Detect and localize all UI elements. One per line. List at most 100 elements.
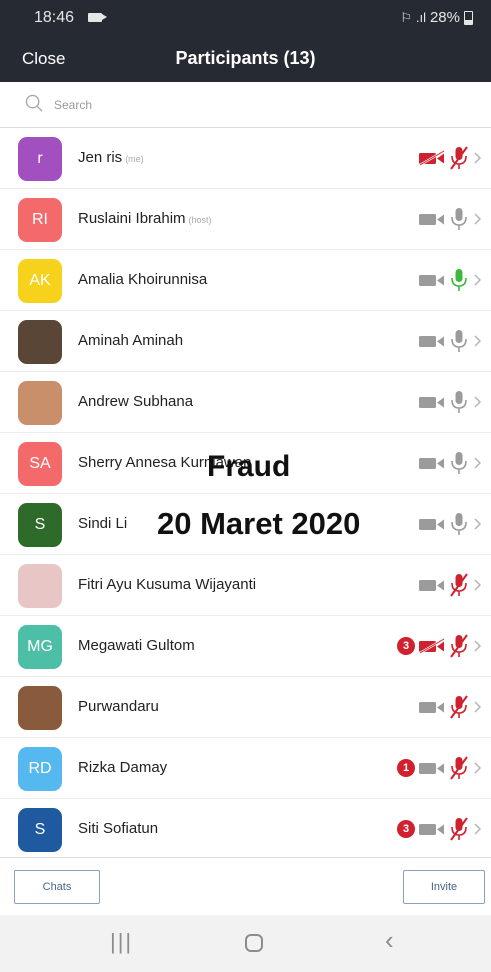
video-camera-icon[interactable]: [417, 821, 447, 837]
participant-row[interactable]: S Sindi Li: [0, 494, 491, 555]
avatar: [18, 686, 62, 730]
recording-icon: [88, 13, 107, 22]
video-camera-icon[interactable]: [417, 516, 447, 532]
microphone-icon[interactable]: [447, 511, 471, 537]
invite-button[interactable]: Invite: [403, 870, 485, 904]
chevron-right-icon[interactable]: [471, 394, 485, 410]
participant-controls: [417, 389, 485, 415]
unread-badge: 3: [397, 637, 415, 655]
video-camera-icon[interactable]: [417, 211, 447, 227]
participant-controls: 3: [397, 816, 485, 842]
chevron-right-icon[interactable]: [471, 638, 485, 654]
avatar: [18, 564, 62, 608]
mic-muted-icon[interactable]: [447, 755, 471, 781]
participant-row[interactable]: RI Ruslaini Ibrahim (host): [0, 189, 491, 250]
participant-name-wrap: Sindi Li: [78, 515, 127, 532]
chevron-right-icon[interactable]: [471, 455, 485, 471]
participant-controls: 1: [397, 755, 485, 781]
chevron-right-icon[interactable]: [471, 821, 485, 837]
status-indicators: ⚐ .ıl 28%: [400, 9, 473, 26]
participant-row[interactable]: MG Megawati Gultom 3: [0, 616, 491, 677]
chevron-right-icon[interactable]: [471, 333, 485, 349]
participant-controls: [417, 511, 485, 537]
participant-controls: 3: [397, 633, 485, 659]
video-off-icon[interactable]: [417, 638, 447, 654]
avatar: SA: [18, 442, 62, 486]
video-camera-icon[interactable]: [417, 394, 447, 410]
participant-controls: [417, 450, 485, 476]
mic-muted-icon[interactable]: [447, 145, 471, 171]
participant-row[interactable]: Fitri Ayu Kusuma Wijayanti: [0, 555, 491, 616]
participant-name: Purwandaru: [78, 698, 159, 715]
recent-apps-button[interactable]: |||: [110, 929, 133, 955]
microphone-icon[interactable]: [447, 389, 471, 415]
page-title: Participants (13): [175, 48, 316, 68]
chevron-right-icon[interactable]: [471, 150, 485, 166]
bottom-toolbar: Chats Invite: [0, 857, 491, 915]
search-bar[interactable]: Search: [0, 82, 491, 128]
microphone-icon[interactable]: [447, 206, 471, 232]
participant-name-wrap: Fitri Ayu Kusuma Wijayanti: [78, 576, 256, 593]
chevron-right-icon[interactable]: [471, 577, 485, 593]
avatar: MG: [18, 625, 62, 669]
mic-muted-icon[interactable]: [447, 816, 471, 842]
chevron-right-icon[interactable]: [471, 516, 485, 532]
participant-list: r Jen ris (me) RI Ruslaini Ibrahim (host) AK Am…: [0, 128, 491, 860]
mic-muted-icon[interactable]: [447, 633, 471, 659]
video-camera-icon[interactable]: [417, 333, 447, 349]
microphone-icon[interactable]: [447, 328, 471, 354]
participant-row[interactable]: r Jen ris (me): [0, 128, 491, 189]
avatar: RD: [18, 747, 62, 791]
video-camera-icon[interactable]: [417, 760, 447, 776]
participant-row[interactable]: AK Amalia Khoirunnisa: [0, 250, 491, 311]
participant-row[interactable]: SA Sherry Annesa Kurniawan: [0, 433, 491, 494]
avatar: [18, 320, 62, 364]
chevron-right-icon[interactable]: [471, 699, 485, 715]
participant-name: Rizka Damay: [78, 759, 168, 776]
participant-name: Aminah Aminah: [78, 332, 184, 349]
wifi-icon: ⚐: [400, 9, 412, 25]
participant-row[interactable]: Purwandaru: [0, 677, 491, 738]
avatar: RI: [18, 198, 62, 242]
avatar: r: [18, 137, 62, 181]
participant-controls: [417, 267, 485, 293]
participant-name: Siti Sofiatun: [78, 820, 159, 837]
status-bar: 18:46 ⚐ .ıl 28%: [0, 0, 491, 36]
back-button[interactable]: ‹: [385, 925, 394, 956]
participant-row[interactable]: RD Rizka Damay 1: [0, 738, 491, 799]
participant-name: Ruslaini Ibrahim: [78, 210, 186, 227]
video-camera-icon[interactable]: [417, 455, 447, 471]
header-bar: Close Participants (13): [0, 36, 491, 82]
participant-name: Megawati Gultom: [78, 637, 195, 654]
battery-icon: [464, 10, 473, 25]
microphone-icon[interactable]: [447, 267, 471, 293]
participant-name-wrap: Megawati Gultom: [78, 637, 195, 654]
avatar: [18, 381, 62, 425]
participant-name-wrap: Jen ris (me): [78, 149, 144, 166]
role-tag: (host): [188, 215, 212, 225]
video-camera-icon[interactable]: [417, 272, 447, 288]
video-camera-icon[interactable]: [417, 577, 447, 593]
chevron-right-icon[interactable]: [471, 211, 485, 227]
chevron-right-icon[interactable]: [471, 272, 485, 288]
chats-button[interactable]: Chats: [14, 870, 100, 904]
participant-row[interactable]: S Siti Sofiatun 3: [0, 799, 491, 860]
avatar: S: [18, 503, 62, 547]
avatar: S: [18, 808, 62, 852]
mic-muted-icon[interactable]: [447, 694, 471, 720]
participant-name-wrap: Siti Sofiatun: [78, 820, 158, 837]
battery-percent: 28%: [429, 9, 460, 26]
participant-row[interactable]: Andrew Subhana: [0, 372, 491, 433]
video-off-icon[interactable]: [417, 150, 447, 166]
microphone-icon[interactable]: [447, 450, 471, 476]
chevron-right-icon[interactable]: [471, 760, 485, 776]
participant-name: Sherry Annesa Kurniawan: [78, 454, 252, 471]
home-button[interactable]: [245, 934, 263, 952]
participant-name-wrap: Andrew Subhana: [78, 393, 193, 410]
video-camera-icon[interactable]: [417, 699, 447, 715]
mic-muted-icon[interactable]: [447, 572, 471, 598]
participant-name: Fitri Ayu Kusuma Wijayanti: [78, 576, 257, 593]
search-input[interactable]: Search: [54, 98, 92, 112]
participant-name: Jen ris: [78, 149, 123, 166]
participant-row[interactable]: Aminah Aminah: [0, 311, 491, 372]
